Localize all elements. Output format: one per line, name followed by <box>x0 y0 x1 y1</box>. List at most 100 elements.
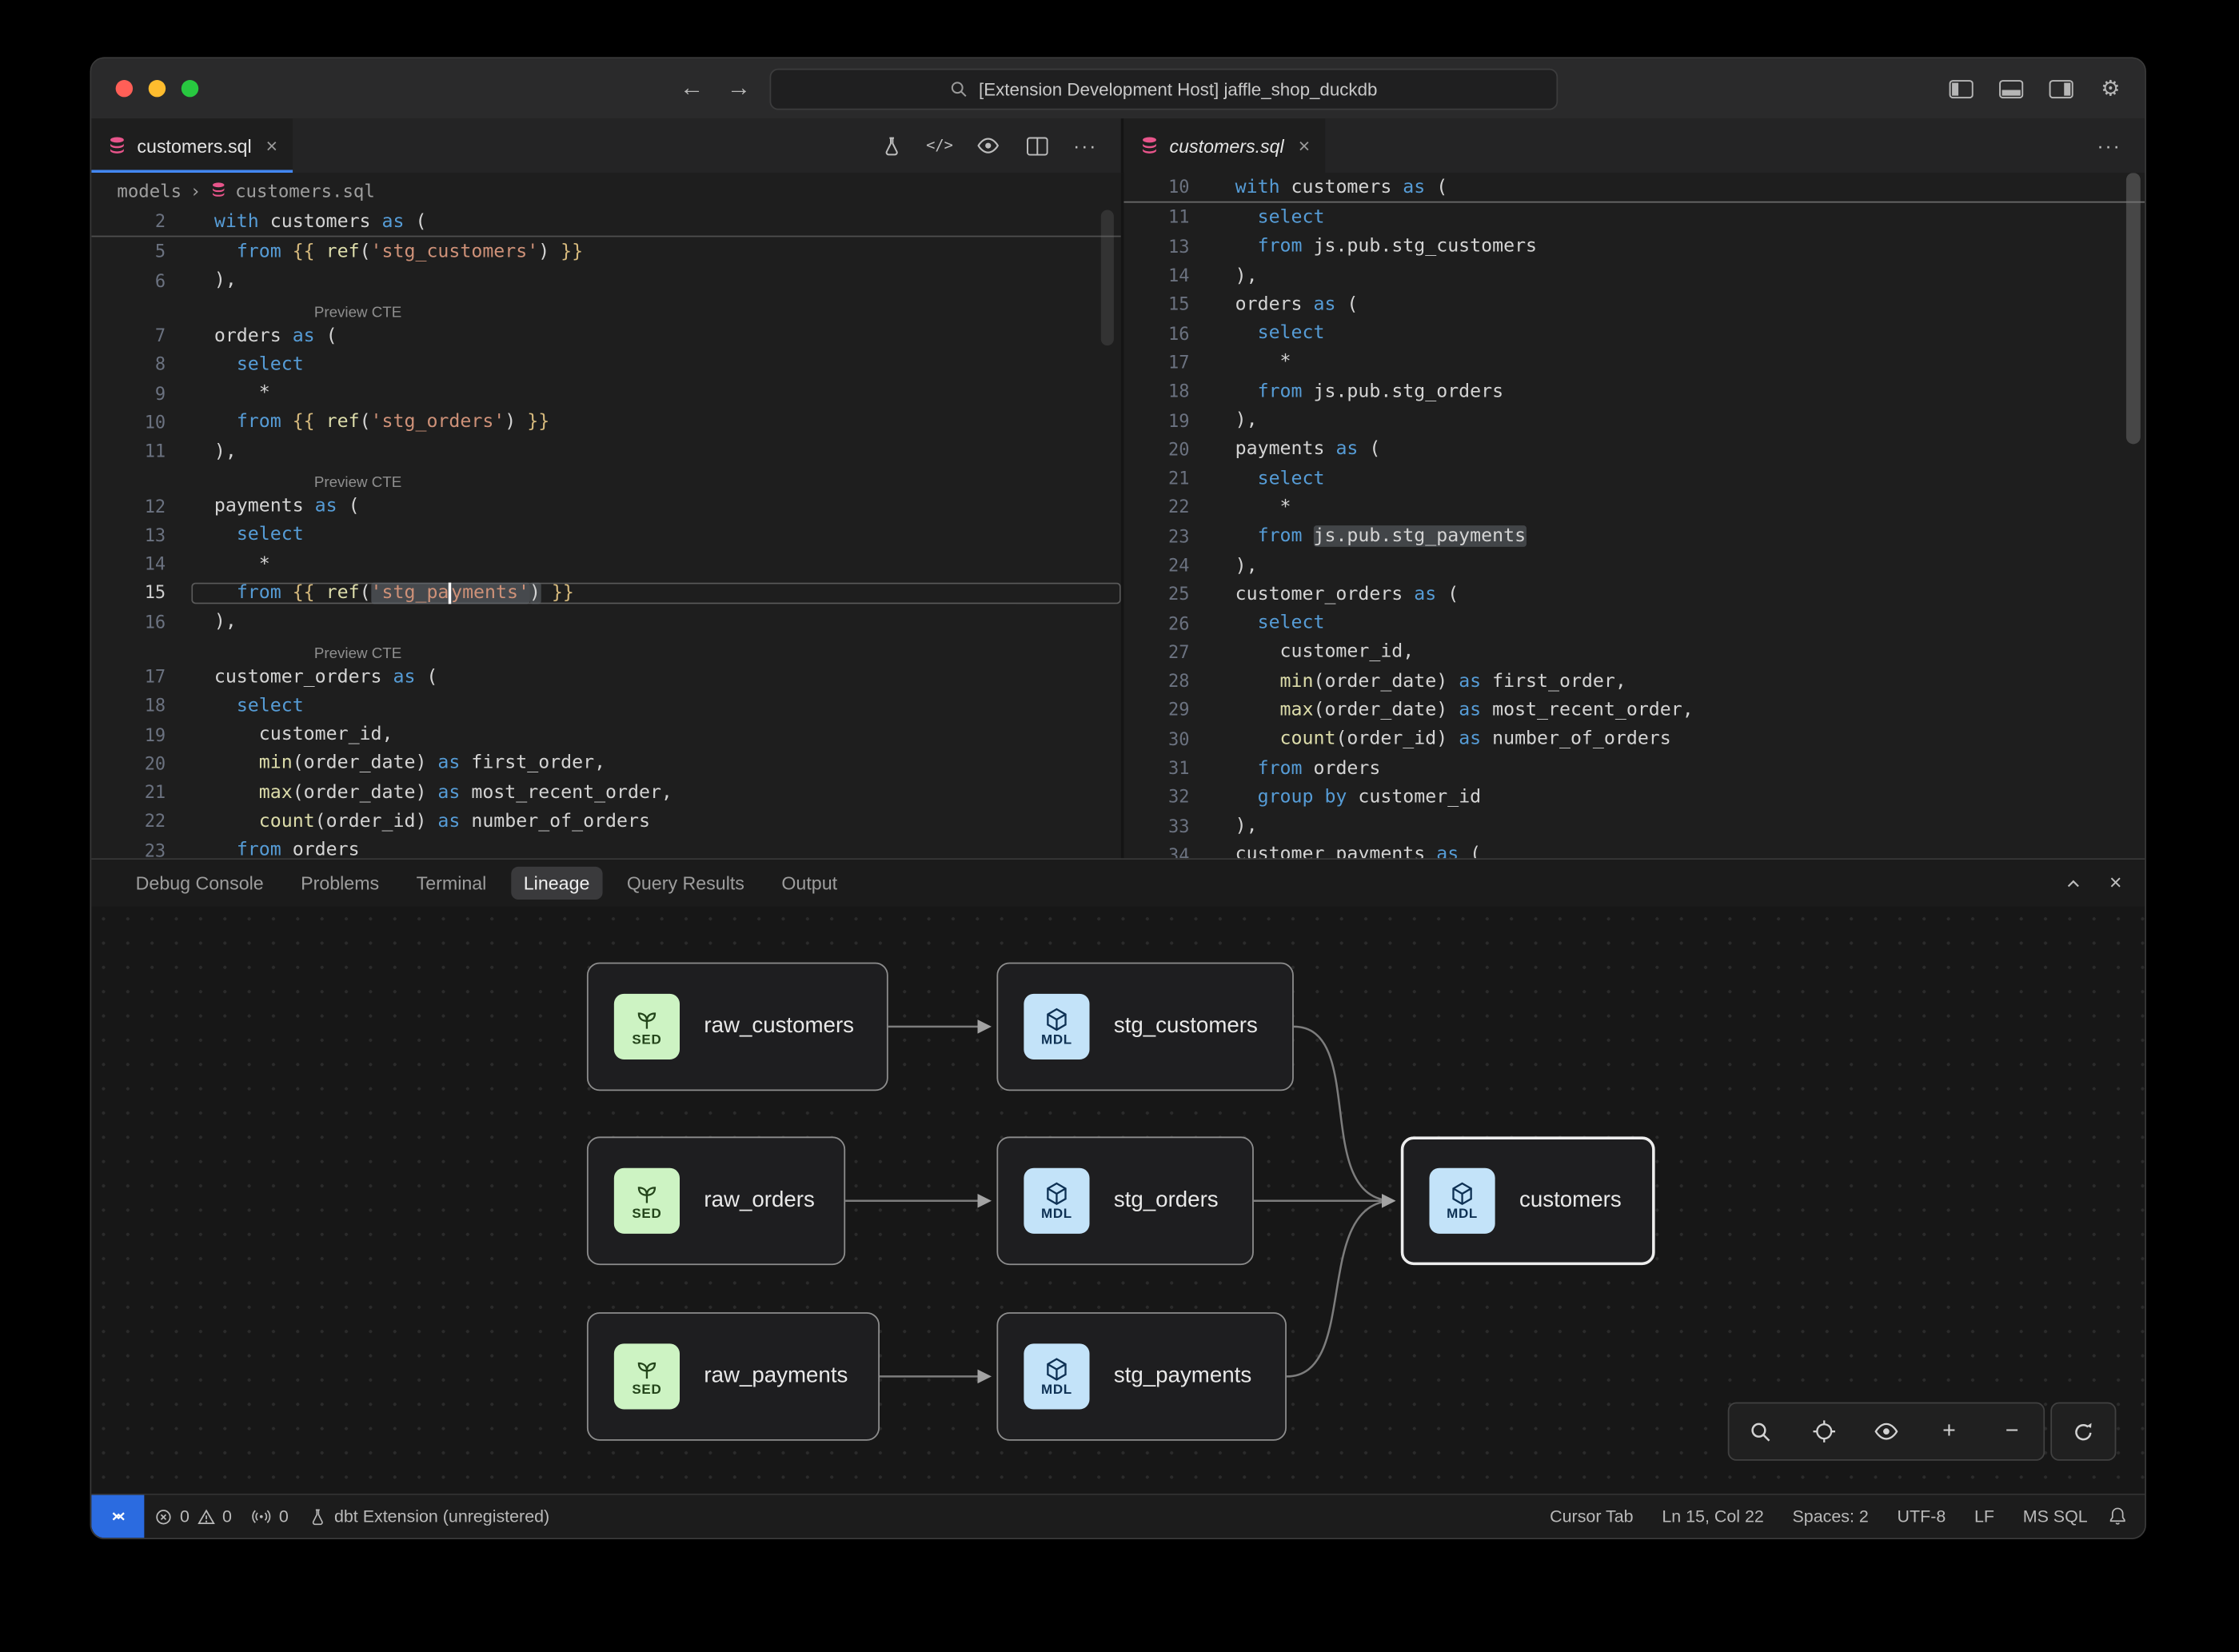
more-actions-icon[interactable]: ··· <box>2095 131 2124 160</box>
dbt-tests-icon[interactable] <box>876 131 905 160</box>
code-line[interactable]: 16), <box>91 608 1120 636</box>
panel-tab-output[interactable]: Output <box>768 867 850 900</box>
code-lens-preview-cte[interactable]: Preview CTE <box>91 295 1120 321</box>
panel-tab-lineage[interactable]: Lineage <box>511 867 603 900</box>
sticky-code-line[interactable]: 2with customers as ( <box>91 207 1120 237</box>
code-line[interactable]: 29 max(order_date) as most_recent_order, <box>1123 696 2145 724</box>
scrollbar-thumb[interactable] <box>2126 173 2141 444</box>
code-lines[interactable]: 5 from {{ ref('stg_customers') }}6),Prev… <box>91 237 1120 858</box>
lineage-node-stg_orders[interactable]: MDLstg_orders <box>996 1136 1253 1265</box>
toggle-panel-icon[interactable] <box>1996 74 2025 103</box>
close-tab-icon[interactable]: × <box>266 134 278 158</box>
code-line[interactable]: 17 * <box>1123 348 2145 377</box>
code-line[interactable]: 18 from js.pub.stg_orders <box>1123 377 2145 406</box>
tab-customers-sql-right[interactable]: customers.sql × <box>1123 118 1325 173</box>
sticky-scroll-line[interactable]: 10with customers as ( <box>1123 173 2145 203</box>
status-cursor-position[interactable]: Ln 15, Col 22 <box>1652 1506 1774 1526</box>
code-lens-preview-cte[interactable]: Preview CTE <box>91 636 1120 662</box>
panel-tab-terminal[interactable]: Terminal <box>404 867 500 900</box>
dbt-extension-status[interactable]: dbt Extension (unregistered) <box>298 1495 559 1538</box>
code-line[interactable]: 31 from orders <box>1123 754 2145 783</box>
remote-indicator-button[interactable] <box>91 1495 144 1538</box>
code-line[interactable]: 23 from js.pub.stg_payments <box>1123 522 2145 551</box>
code-line[interactable]: 13 from js.pub.stg_customers <box>1123 232 2145 261</box>
code-line[interactable]: 10 from {{ ref('stg_orders') }} <box>91 408 1120 437</box>
panel-tab-problems[interactable]: Problems <box>288 867 392 900</box>
zoom-window-button[interactable] <box>182 80 198 97</box>
code-line[interactable]: 27 customer_id, <box>1123 638 2145 667</box>
notifications-button[interactable] <box>2097 1495 2145 1538</box>
code-line[interactable]: 18 select <box>91 692 1120 720</box>
panel-tab-debug-console[interactable]: Debug Console <box>123 867 277 900</box>
code-lines[interactable]: 11 select13 from js.pub.stg_customers14)… <box>1123 203 2145 858</box>
code-lens-preview-cte[interactable]: Preview CTE <box>91 466 1120 492</box>
lineage-node-customers[interactable]: MDLcustomers <box>1401 1136 1655 1265</box>
code-line[interactable]: 11 select <box>1123 203 2145 232</box>
code-line[interactable]: 24), <box>1123 551 2145 580</box>
code-line[interactable]: 17customer_orders as ( <box>91 662 1120 691</box>
ports-button[interactable]: 0 <box>241 1495 298 1538</box>
panel-tab-query-results[interactable]: Query Results <box>614 867 757 900</box>
code-line[interactable]: 7orders as ( <box>91 321 1120 350</box>
zoom-in-icon[interactable]: + <box>1918 1403 1981 1459</box>
sticky-scroll-line[interactable]: 2with customers as ( <box>91 207 1120 237</box>
code-line[interactable]: 21 max(order_date) as most_recent_order, <box>91 778 1120 807</box>
code-line[interactable]: 23 from orders <box>91 836 1120 858</box>
maximize-panel-icon[interactable] <box>2064 873 2084 893</box>
lineage-node-raw_orders[interactable]: SEDraw_orders <box>587 1136 845 1265</box>
command-center-search[interactable]: [Extension Development Host] jaffle_shop… <box>770 69 1559 110</box>
code-line[interactable]: 33), <box>1123 812 2145 840</box>
code-line[interactable]: 26 select <box>1123 609 2145 638</box>
scrollbar-thumb[interactable] <box>1101 210 1114 346</box>
toggle-secondary-sidebar-icon[interactable] <box>2046 74 2075 103</box>
forward-icon[interactable]: → <box>727 74 751 103</box>
code-line[interactable]: 22 count(order_id) as number_of_orders <box>91 808 1120 836</box>
refresh-icon[interactable] <box>2052 1403 2115 1459</box>
compiled-sql-icon[interactable]: </> <box>925 131 954 160</box>
editor-left[interactable]: models › customers.sql 2with customers a… <box>91 173 1123 858</box>
code-line[interactable]: 9 * <box>91 379 1120 408</box>
settings-gear-icon[interactable]: ⚙ <box>2096 74 2125 103</box>
code-line[interactable]: 19), <box>1123 406 2145 435</box>
editor-right[interactable]: 10with customers as ( 11 select13 from j… <box>1123 173 2145 858</box>
tab-customers-sql-left[interactable]: customers.sql × <box>91 118 293 173</box>
code-line[interactable]: 20 min(order_date) as first_order, <box>91 749 1120 778</box>
code-line[interactable]: 34customer_payments as ( <box>1123 840 2145 858</box>
status-indentation[interactable]: Spaces: 2 <box>1782 1506 1878 1526</box>
code-line[interactable]: 30 count(order_id) as number_of_orders <box>1123 725 2145 754</box>
lineage-node-stg_customers[interactable]: MDLstg_customers <box>996 963 1293 1091</box>
sticky-code-line[interactable]: 10with customers as ( <box>1123 173 2145 203</box>
code-line[interactable]: 25customer_orders as ( <box>1123 580 2145 609</box>
split-editor-icon[interactable] <box>1023 131 1052 160</box>
status-encoding[interactable]: UTF-8 <box>1887 1506 1956 1526</box>
close-panel-icon[interactable]: × <box>2109 871 2122 895</box>
lineage-node-stg_payments[interactable]: MDLstg_payments <box>996 1312 1287 1441</box>
status-language-mode[interactable]: MS SQL <box>2013 1506 2097 1526</box>
code-line[interactable]: 22 * <box>1123 493 2145 522</box>
eye-icon[interactable] <box>1855 1403 1918 1459</box>
code-line[interactable]: 14), <box>1123 261 2145 290</box>
code-line[interactable]: 28 min(order_date) as first_order, <box>1123 667 2145 696</box>
zoom-out-icon[interactable]: − <box>1981 1403 2044 1459</box>
code-line[interactable]: 13 select <box>91 521 1120 549</box>
search-icon[interactable] <box>1730 1403 1793 1459</box>
code-line[interactable]: 15 from {{ ref('stg_payments') }} <box>91 579 1120 608</box>
crosshair-icon[interactable] <box>1792 1403 1855 1459</box>
toggle-primary-sidebar-icon[interactable] <box>1946 74 1975 103</box>
code-line[interactable]: 8 select <box>91 350 1120 379</box>
back-icon[interactable]: ← <box>680 74 704 103</box>
preview-query-icon[interactable] <box>974 131 1003 160</box>
close-window-button[interactable] <box>116 80 133 97</box>
breadcrumb[interactable]: models › customers.sql <box>91 173 1120 207</box>
breadcrumb-file[interactable]: customers.sql <box>235 179 375 201</box>
more-actions-icon[interactable]: ··· <box>1071 131 1100 160</box>
lineage-node-raw_payments[interactable]: SEDraw_payments <box>587 1312 880 1441</box>
code-line[interactable]: 14 * <box>91 549 1120 578</box>
minimize-window-button[interactable] <box>149 80 166 97</box>
code-line[interactable]: 19 customer_id, <box>91 720 1120 749</box>
close-tab-icon[interactable]: × <box>1299 134 1311 158</box>
status-eol[interactable]: LF <box>1964 1506 2004 1526</box>
code-line[interactable]: 20payments as ( <box>1123 435 2145 464</box>
breadcrumb-models[interactable]: models <box>117 179 182 201</box>
code-line[interactable]: 16 select <box>1123 319 2145 348</box>
